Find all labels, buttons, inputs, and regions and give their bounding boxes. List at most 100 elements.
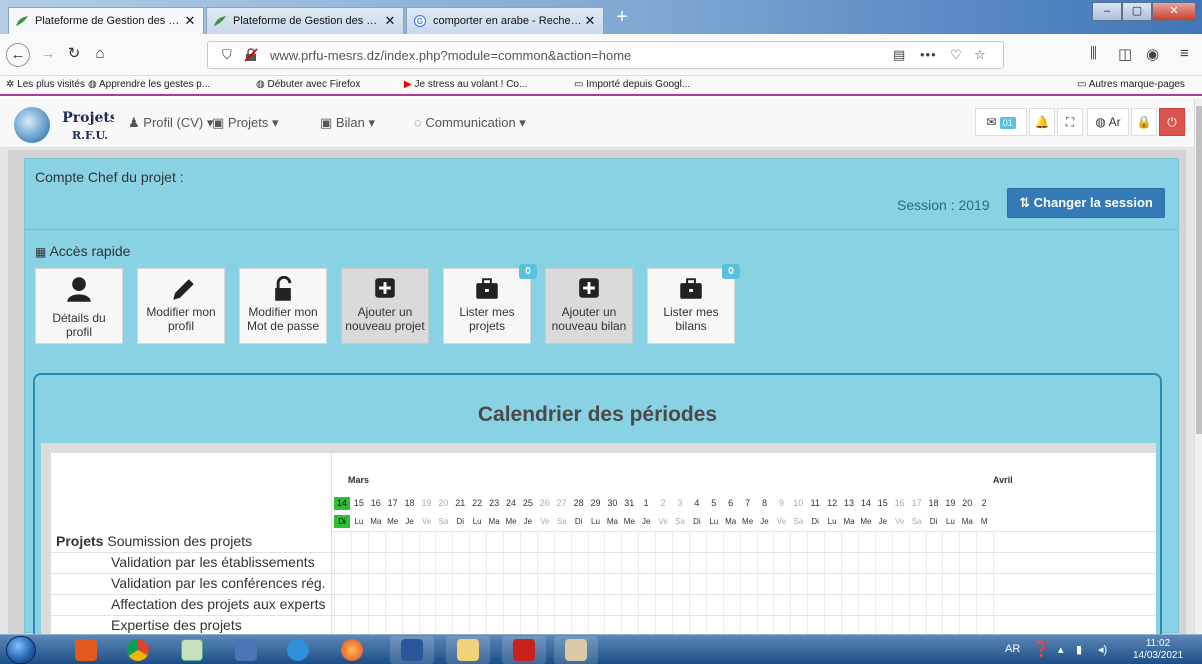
library-icon[interactable]: ⫼ <box>1090 45 1097 62</box>
pocket-icon[interactable]: ♡ <box>950 47 962 63</box>
taskbar-clock[interactable]: 11:02 14/03/2021 <box>1126 638 1190 662</box>
browser-tab-1[interactable]: Plateforme de Gestion des Proj ✕ <box>8 7 204 34</box>
minimize-icon[interactable]: – <box>1092 2 1122 21</box>
close-tab-icon[interactable]: ✕ <box>383 13 397 29</box>
row-divider <box>51 615 332 616</box>
calendar-day-name: Di <box>929 517 938 526</box>
change-session-button[interactable]: ⇅ Changer la session <box>1007 188 1165 218</box>
grid-line <box>638 531 640 634</box>
windows-start-button[interactable] <box>6 636 36 664</box>
taskbar-chrome-icon[interactable] <box>116 636 160 664</box>
tile-add-bilan[interactable]: Ajouter un nouveau bilan <box>545 268 633 344</box>
browser-tab-3[interactable]: G comporter en arabe - Recherch ✕ <box>406 7 604 34</box>
taskbar-explorer-icon[interactable] <box>446 636 490 664</box>
tile-profile-details[interactable]: Détails du profil <box>35 268 123 344</box>
calendar-day-name: Sa <box>911 517 922 526</box>
bookmark-youtube[interactable]: ▶ Je stress au volant ! Co... <box>404 79 527 90</box>
url-text: www.prfu-mesrs.dz/index.php?module=commo… <box>270 48 632 63</box>
calendar-day-name: Ve <box>540 517 550 526</box>
bookmark-most-visited[interactable]: ✲ Les plus visités <box>6 79 85 90</box>
bookmark-imported-folder[interactable]: ▭ Importé depuis Googl... <box>574 79 690 90</box>
calendar-day-name: Lu <box>709 517 719 526</box>
close-tab-icon[interactable]: ✕ <box>583 13 597 29</box>
help-icon[interactable]: ❓ <box>1032 640 1051 658</box>
plus-square-icon <box>375 278 395 298</box>
hamburger-menu-icon[interactable]: ≡ <box>1180 45 1189 62</box>
tile-edit-profile[interactable]: Modifier mon profil <box>137 268 225 344</box>
google-favicon-icon: G <box>413 15 427 27</box>
calendar-group-label: Projets <box>56 533 104 549</box>
row-divider <box>332 615 1156 616</box>
close-tab-icon[interactable]: ✕ <box>183 13 197 29</box>
tile-edit-password[interactable]: Modifier mon Mot de passe <box>239 268 327 344</box>
back-icon[interactable]: ← <box>6 43 30 67</box>
calendar-day-number: 14 <box>334 497 350 510</box>
taskbar-paint-palette-icon[interactable] <box>554 636 598 664</box>
bookmark-star-icon[interactable]: ☆ <box>974 47 986 63</box>
grid-line <box>891 531 893 634</box>
calendar-day-name: Ve <box>421 517 432 526</box>
calendar-day-number: 26 <box>539 498 550 508</box>
page-actions-icon[interactable]: ••• <box>920 47 937 62</box>
bookmark-gestures[interactable]: ◍ Apprendre les gestes p... <box>88 79 210 90</box>
language-indicator[interactable]: AR <box>1005 643 1020 655</box>
reload-icon[interactable]: ↻ <box>62 43 86 67</box>
taskbar-firefox-icon[interactable] <box>330 636 374 664</box>
grid-line <box>384 531 386 634</box>
grid-line <box>807 531 809 634</box>
url-bar[interactable]: ⛉ www.prfu-mesrs.dz/index.php?module=com… <box>207 41 1004 69</box>
calendar-day-name: Di <box>811 517 819 526</box>
page-scrollbar[interactable] <box>1194 98 1202 634</box>
menu-projets[interactable]: ▣ Projets ▾ <box>212 115 279 131</box>
new-tab-button[interactable]: + <box>611 7 633 28</box>
network-icon[interactable]: ▮ <box>1076 643 1082 656</box>
window-close-icon[interactable]: ✕ <box>1152 2 1196 21</box>
grid-line <box>570 531 572 634</box>
lock-icon[interactable]: 🔒 <box>1131 108 1157 136</box>
shield-icon[interactable]: ⛉ <box>222 47 232 63</box>
other-bookmarks[interactable]: ▭ Autres marque-pages <box>1077 79 1185 90</box>
calendar-day-number: 29 <box>590 498 601 508</box>
maximize-icon[interactable]: ▢ <box>1122 2 1152 21</box>
app-logo[interactable]: Projets R.F.U. <box>10 106 114 144</box>
app-navbar: Projets R.F.U. ♟ Profil (CV) ▾ ▣ Projets… <box>0 98 1194 148</box>
unlock-icon <box>275 276 292 301</box>
tile-list-projects[interactable]: Lister mes projets <box>443 268 531 344</box>
calendar-day-name: Me <box>860 517 872 526</box>
sort-icon: ⇅ <box>1019 195 1031 210</box>
grid-line <box>874 531 876 634</box>
menu-bilan[interactable]: ▣ Bilan ▾ <box>320 115 375 131</box>
menu-profil[interactable]: ♟ Profil (CV) ▾ <box>128 115 213 131</box>
taskbar-paint-icon[interactable] <box>224 636 268 664</box>
mail-button[interactable]: ✉ 01 <box>975 108 1027 136</box>
notifications-bell-icon[interactable]: 🔔 <box>1029 108 1055 136</box>
insecure-lock-icon[interactable] <box>244 48 258 62</box>
menu-communication[interactable]: ◌ Communication ▾ <box>414 115 526 131</box>
tile-list-bilans[interactable]: Lister mes bilans <box>647 268 735 344</box>
tray-expand-icon[interactable]: ▴ <box>1058 643 1064 656</box>
language-button[interactable]: ◍ Ar <box>1087 108 1129 136</box>
browser-tab-2[interactable]: Plateforme de Gestion des Proj ✕ <box>206 7 404 34</box>
taskbar-ie-icon[interactable] <box>276 636 320 664</box>
grid-line <box>672 531 673 634</box>
taskbar-acrobat-icon[interactable] <box>502 636 546 664</box>
scrollbar-thumb[interactable] <box>1196 106 1202 434</box>
home-icon[interactable]: ⌂ <box>88 43 112 67</box>
account-icon[interactable]: ◉ <box>1146 45 1159 63</box>
volume-icon[interactable]: ◂) <box>1098 643 1107 656</box>
bookmark-firefox[interactable]: ◍ Débuter avec Firefox <box>256 79 360 90</box>
taskbar-hp-icon[interactable] <box>170 636 214 664</box>
dashboard-panel: Compte Chef du projet : Session : 2019 ⇅… <box>24 158 1179 634</box>
calendar-day-name: Ma <box>843 517 855 526</box>
logout-power-icon[interactable]: ⏻ <box>1159 108 1185 136</box>
taskbar-office-icon[interactable] <box>64 636 108 664</box>
taskbar-word-icon[interactable] <box>390 636 434 664</box>
grid-line <box>452 531 454 634</box>
sidebar-icon[interactable]: ◫ <box>1118 45 1132 63</box>
briefcase-icon: ▣ <box>320 115 333 130</box>
grid-line <box>688 531 690 634</box>
tile-add-project[interactable]: Ajouter un nouveau projet <box>341 268 429 344</box>
forward-icon[interactable]: → <box>36 43 60 67</box>
reader-view-icon[interactable]: ▤ <box>893 47 905 63</box>
fullscreen-icon[interactable]: ⛶ <box>1057 108 1083 136</box>
